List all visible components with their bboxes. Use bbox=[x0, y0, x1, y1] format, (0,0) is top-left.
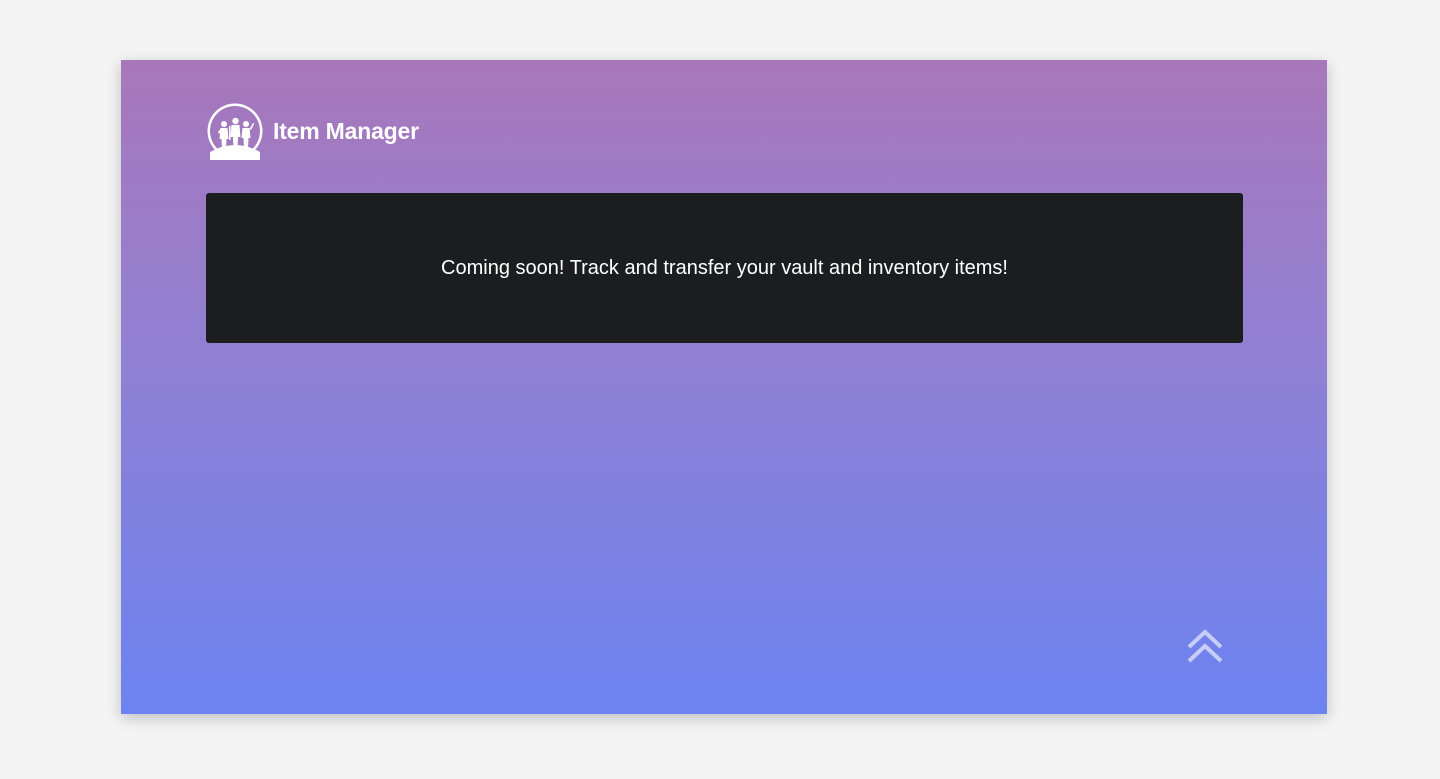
coming-soon-card: Coming soon! Track and transfer your vau… bbox=[206, 193, 1243, 343]
app-window: Item Manager Coming soon! Track and tran… bbox=[121, 60, 1327, 714]
brand-header[interactable]: Item Manager bbox=[206, 102, 419, 160]
coming-soon-message: Coming soon! Track and transfer your vau… bbox=[441, 257, 1008, 279]
guardians-logo-icon bbox=[206, 102, 264, 160]
app-title: Item Manager bbox=[273, 117, 419, 144]
scroll-to-top-button[interactable] bbox=[1185, 627, 1225, 667]
double-chevron-up-icon bbox=[1187, 629, 1223, 663]
